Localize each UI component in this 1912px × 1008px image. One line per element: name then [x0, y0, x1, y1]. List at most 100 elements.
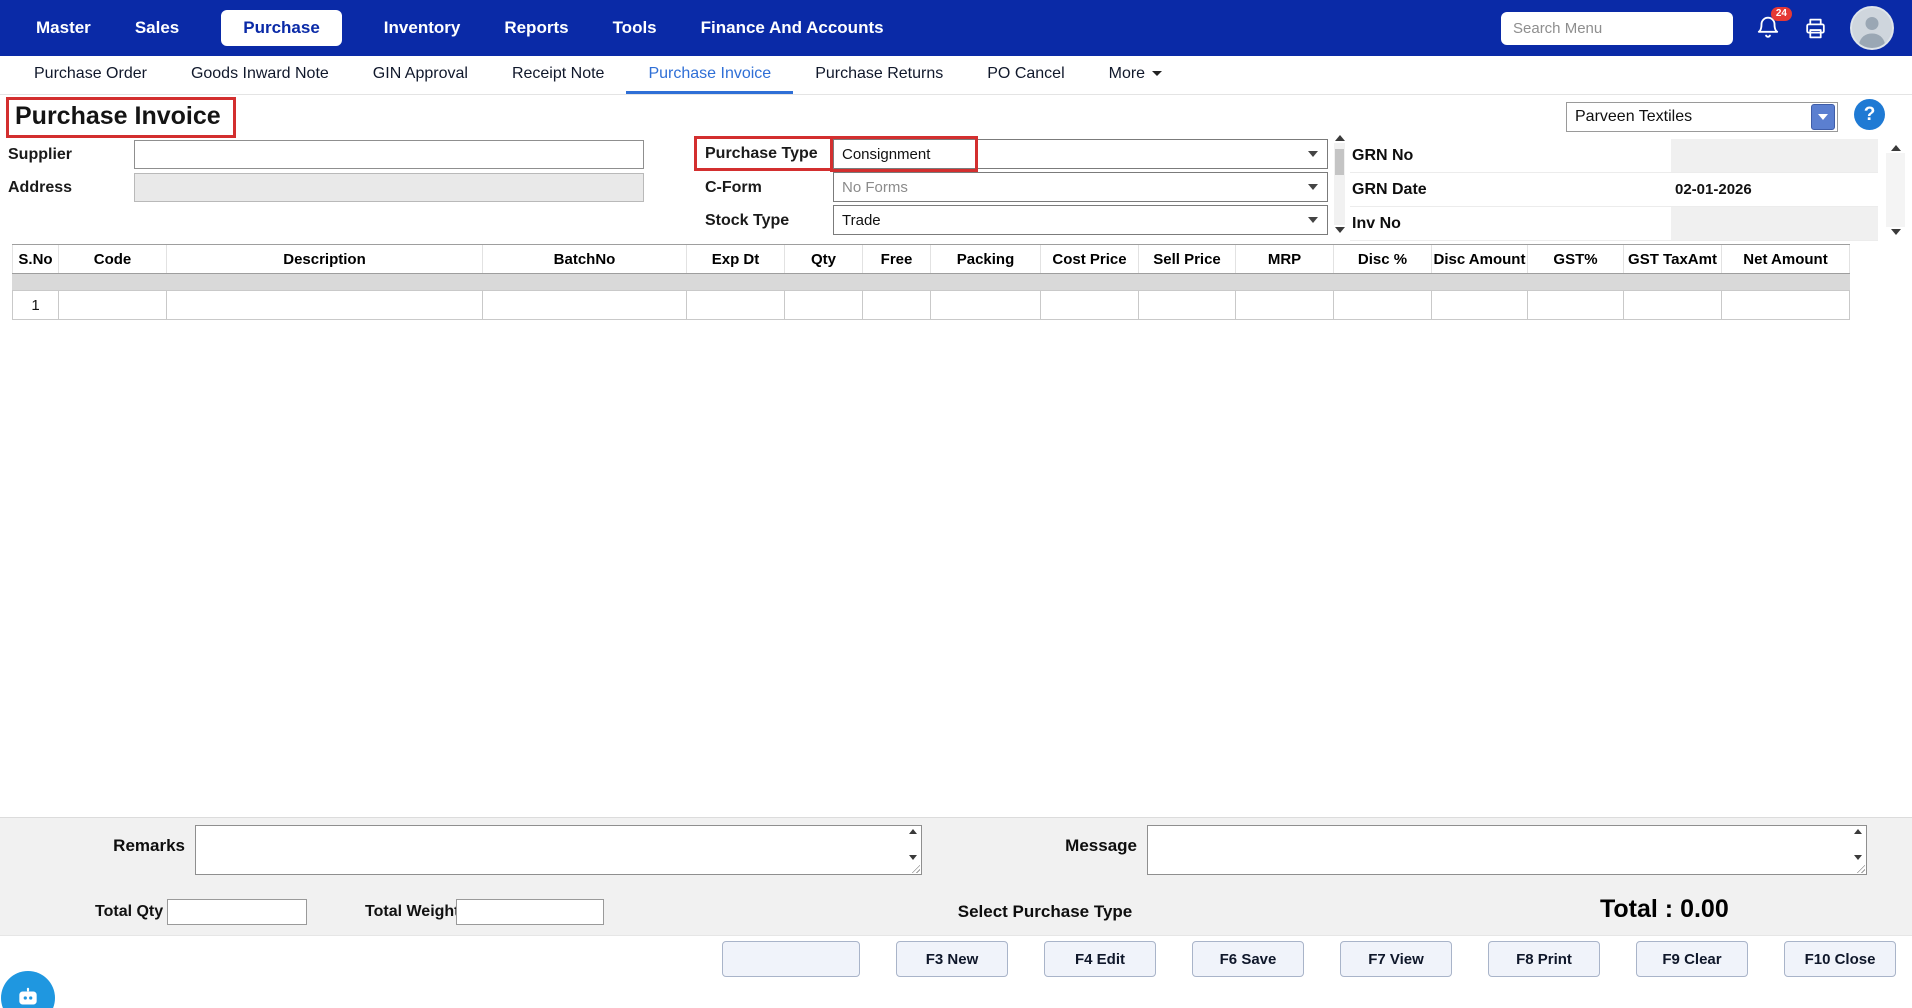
user-avatar[interactable]	[1850, 6, 1894, 50]
chat-bot-icon	[15, 985, 41, 1008]
grn-row-value: 02-01-2026	[1671, 173, 1878, 206]
topnav-right-controls: 24	[1501, 6, 1894, 50]
function-button[interactable]: F8 Print	[1488, 941, 1600, 977]
column-header: GST%	[1528, 245, 1624, 273]
scroll-down-icon[interactable]	[1854, 855, 1862, 860]
message-textarea[interactable]	[1148, 826, 1866, 874]
main-menu-item[interactable]: Purchase	[221, 10, 342, 46]
table-cell[interactable]	[1334, 290, 1432, 320]
scroll-down-icon[interactable]	[1335, 227, 1345, 233]
grn-row-label: GRN Date	[1350, 181, 1671, 199]
table-cell[interactable]	[1528, 290, 1624, 320]
purchase-tab[interactable]: Receipt Note	[490, 56, 627, 94]
table-cell[interactable]	[863, 290, 931, 320]
table-cell[interactable]	[785, 290, 863, 320]
purchase-tab[interactable]: Purchase Returns	[793, 56, 965, 94]
scroll-up-icon[interactable]	[1854, 829, 1862, 834]
company-selector[interactable]: Parveen Textiles	[1566, 102, 1838, 132]
print-button[interactable]	[1803, 16, 1828, 41]
chevron-down-icon	[1152, 71, 1162, 76]
tab-label: More	[1109, 65, 1145, 83]
table-cell[interactable]	[687, 290, 785, 320]
remarks-band: Remarks Message	[0, 817, 1912, 891]
user-icon	[1852, 8, 1892, 48]
function-button[interactable]: F7 View	[1340, 941, 1452, 977]
grn-panel-scrollbar[interactable]	[1333, 135, 1346, 233]
function-button[interactable]: F10 Close	[1784, 941, 1896, 977]
supplier-label: Supplier	[8, 146, 72, 164]
column-header: S.No	[12, 245, 59, 273]
scroll-up-icon[interactable]	[1335, 135, 1345, 141]
purchase-tab[interactable]: Goods Inward Note	[169, 56, 351, 94]
right-scrollbar[interactable]	[1886, 145, 1905, 235]
purchase-tab[interactable]: GIN Approval	[351, 56, 490, 94]
table-cell[interactable]	[483, 290, 687, 320]
function-button[interactable]: F4 Edit	[1044, 941, 1156, 977]
page-title-highlight: Purchase Invoice	[6, 97, 236, 138]
company-dropdown-button[interactable]	[1811, 104, 1835, 130]
table-cell[interactable]	[931, 290, 1041, 320]
column-header: Exp Dt	[687, 245, 785, 273]
table-cell[interactable]	[167, 290, 483, 320]
column-header: Packing	[931, 245, 1041, 273]
stock-type-select[interactable]: Trade	[833, 205, 1328, 235]
table-cell[interactable]	[1432, 290, 1528, 320]
search-input[interactable]	[1501, 12, 1733, 45]
remarks-textarea[interactable]	[196, 826, 921, 874]
main-menu-item[interactable]: Tools	[611, 10, 659, 46]
table-cell[interactable]	[1236, 290, 1334, 320]
chevron-down-icon	[1308, 184, 1318, 190]
address-label: Address	[8, 179, 72, 197]
chevron-down-icon	[1818, 114, 1828, 120]
function-button[interactable]	[722, 941, 860, 977]
c-form-value: No Forms	[842, 179, 908, 196]
main-menu-item[interactable]: Inventory	[382, 10, 463, 46]
printer-icon	[1803, 16, 1828, 41]
main-menu-item[interactable]: Sales	[133, 10, 181, 46]
total-qty-input[interactable]	[167, 899, 307, 925]
scrollbar-track[interactable]	[1886, 153, 1905, 227]
purchase-tab[interactable]: Purchase Order	[12, 56, 169, 94]
scroll-down-icon[interactable]	[909, 855, 917, 860]
scrollbar-thumb[interactable]	[1335, 149, 1344, 175]
main-menu-item[interactable]: Master	[34, 10, 93, 46]
grn-row-value	[1671, 139, 1878, 172]
supplier-input[interactable]	[134, 140, 644, 169]
function-button[interactable]: F3 New	[896, 941, 1008, 977]
scrollbar-track[interactable]	[1334, 143, 1345, 225]
total-weight-input[interactable]	[456, 899, 604, 925]
table-cell[interactable]: 1	[12, 290, 59, 320]
c-form-select[interactable]: No Forms	[833, 172, 1328, 202]
purchase-tab[interactable]: PO Cancel	[965, 56, 1086, 94]
function-button[interactable]: F9 Clear	[1636, 941, 1748, 977]
table-cell[interactable]	[1041, 290, 1139, 320]
table-cell[interactable]	[1139, 290, 1236, 320]
grn-row: Inv No	[1350, 207, 1878, 241]
main-menu-item[interactable]: Finance And Accounts	[699, 10, 886, 46]
stock-type-label: Stock Type	[705, 212, 789, 230]
scroll-down-icon[interactable]	[1891, 229, 1901, 235]
stock-type-value: Trade	[842, 212, 881, 229]
status-message: Select Purchase Type	[880, 902, 1210, 922]
purchase-type-value: Consignment	[842, 146, 930, 163]
table-cell[interactable]	[59, 290, 167, 320]
column-header: Net Amount	[1722, 245, 1850, 273]
help-button[interactable]: ?	[1854, 99, 1885, 130]
address-input[interactable]	[134, 173, 644, 202]
purchase-tab[interactable]: Purchase Invoice	[626, 56, 793, 94]
notifications-button[interactable]: 24	[1755, 15, 1781, 41]
function-button[interactable]: F6 Save	[1192, 941, 1304, 977]
table-cell[interactable]	[1624, 290, 1722, 320]
purchase-tab[interactable]: More	[1087, 56, 1184, 94]
company-selector-value: Parveen Textiles	[1567, 108, 1811, 126]
total-weight-label: Total Weight	[365, 903, 460, 921]
scroll-up-icon[interactable]	[909, 829, 917, 834]
message-label: Message	[1052, 836, 1137, 856]
purchase-type-select[interactable]: Consignment	[833, 139, 1328, 169]
grn-row: GRN Date 02-01-2026	[1350, 173, 1878, 207]
main-menu-item[interactable]: Reports	[502, 10, 570, 46]
column-header: BatchNo	[483, 245, 687, 273]
table-cell[interactable]	[1722, 290, 1850, 320]
scroll-up-icon[interactable]	[1891, 145, 1901, 151]
column-header: Qty	[785, 245, 863, 273]
